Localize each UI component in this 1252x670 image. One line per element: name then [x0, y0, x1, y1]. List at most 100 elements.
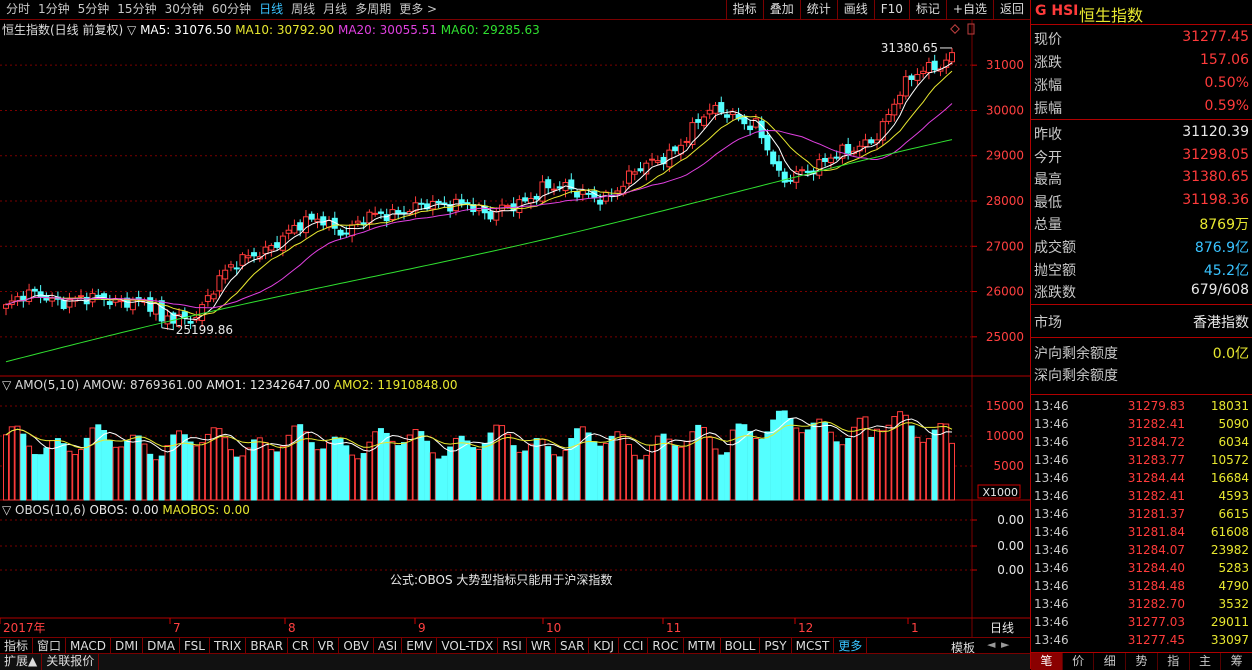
indicator-tab-0[interactable]: 指标: [0, 638, 34, 654]
indicator-tab-22[interactable]: PSY: [760, 638, 792, 654]
divider: [1031, 394, 1252, 395]
candles: [3, 47, 955, 330]
indicator-tab-24[interactable]: 更多: [834, 638, 868, 654]
candle-body: [60, 300, 67, 309]
quote-tab-4[interactable]: 指: [1158, 653, 1190, 670]
period-tab-6[interactable]: 日线: [255, 1, 287, 18]
amo-bar: [533, 438, 540, 501]
period-tab-7[interactable]: 周线: [287, 1, 319, 18]
kline-chart-area[interactable]: 31000 30000 29000 28000 27000 26000 25000 31380…: [0, 20, 1030, 637]
tool-button-7[interactable]: 返回: [992, 0, 1030, 19]
candle-body: [822, 157, 829, 163]
bottom-link-1[interactable]: 关联报价: [42, 654, 100, 670]
quote-tab-5[interactable]: 主: [1190, 653, 1222, 670]
tick-volume: 4790: [1218, 579, 1249, 593]
amo-bar: [902, 414, 909, 501]
quote-row-2-label: 涨幅: [1034, 78, 1062, 94]
candle-body: [3, 304, 9, 309]
indicator-tab-5[interactable]: FSL: [180, 638, 210, 654]
indicator-tab-21[interactable]: BOLL: [721, 638, 761, 654]
tool-button-0[interactable]: 指标: [725, 0, 763, 19]
indicator-tab-23[interactable]: MCST: [792, 638, 835, 654]
candle-body: [147, 297, 154, 312]
tick-row: 13:46 31284.48 4790: [1031, 577, 1252, 595]
indicator-tab-17[interactable]: KDJ: [589, 638, 620, 654]
indicator-tab-18[interactable]: CCI: [619, 638, 649, 654]
candle-body: [949, 52, 955, 63]
indicator-tab-12[interactable]: EMV: [402, 638, 438, 654]
quote-tab-2[interactable]: 细: [1094, 653, 1127, 670]
date-axis-label: 2017年: [3, 621, 46, 635]
indicator-tab-16[interactable]: SAR: [556, 638, 590, 654]
amo-bar: [470, 447, 477, 501]
indicator-tab-7[interactable]: BRAR: [246, 638, 289, 654]
indicator-tab-6[interactable]: TRIX: [210, 638, 247, 654]
indicator-tab-2[interactable]: MACD: [66, 638, 112, 654]
price-axis-label: 27000: [986, 239, 1024, 253]
candle-body: [308, 213, 315, 220]
high-price-label: 31380.65: [881, 41, 938, 55]
indicator-tab-8[interactable]: CR: [288, 638, 314, 654]
amo-bar: [839, 444, 846, 501]
quote-row-3-value: 0.59%: [1204, 98, 1249, 114]
quote-row2-1-label: 今开: [1034, 149, 1062, 166]
candle-body: [706, 109, 713, 115]
quote-row2-4-label: 总量: [1034, 217, 1062, 234]
amo-bar: [510, 445, 517, 501]
quote-tab-6[interactable]: 筹: [1221, 653, 1252, 670]
bottom-link-0[interactable]: 扩展▲: [0, 654, 43, 670]
tool-button-6[interactable]: +自选: [945, 0, 993, 19]
candle-body: [925, 62, 932, 73]
indicator-tab-14[interactable]: RSI: [498, 638, 527, 654]
quote-tab-1[interactable]: 价: [1063, 653, 1095, 670]
tool-button-3[interactable]: 画线: [836, 0, 874, 19]
indicator-tab-4[interactable]: DMA: [143, 638, 180, 654]
indicator-tab-13[interactable]: VOL-TDX: [437, 638, 499, 654]
candle-body: [689, 122, 696, 146]
tool-button-5[interactable]: 标记: [908, 0, 946, 19]
tool-button-4[interactable]: F10: [873, 0, 909, 19]
price-axis-label: 25000: [986, 330, 1024, 344]
candle-body: [349, 224, 356, 237]
tick-time: 13:46: [1034, 597, 1069, 611]
period-tab-4[interactable]: 30分钟: [161, 1, 208, 18]
period-tab-8[interactable]: 月线: [319, 1, 351, 18]
quote-tab-3[interactable]: 势: [1126, 653, 1158, 670]
indicator-tab-1[interactable]: 窗口: [33, 638, 67, 654]
amo-bar: [452, 437, 459, 501]
period-tab-0[interactable]: 分时: [2, 1, 34, 18]
indicator-tab-19[interactable]: ROC: [648, 638, 684, 654]
indicator-tab-11[interactable]: ASI: [374, 638, 403, 654]
period-tab-1[interactable]: 1分钟: [34, 1, 74, 18]
period-tabs: 分时 1分钟 5分钟 15分钟 30分钟 60分钟 日线 周线 月线 多周期 更多 >: [2, 1, 441, 18]
amo-bar: [176, 430, 183, 501]
indicator-tab-10[interactable]: OBV: [339, 638, 374, 654]
indicator-tab-9[interactable]: VR: [314, 638, 340, 654]
indicator-tab-20[interactable]: MTM: [684, 638, 721, 654]
divider: [1031, 336, 1252, 338]
amo-bar: [591, 441, 598, 501]
period-tab-5[interactable]: 60分钟: [208, 1, 255, 18]
period-tab-9[interactable]: 多周期: [351, 1, 395, 18]
period-tab-10[interactable]: 更多 >: [395, 1, 441, 18]
tool-button-1[interactable]: 叠加: [762, 0, 800, 19]
arrow-left-icon[interactable]: ◄: [987, 638, 995, 651]
tool-button-2[interactable]: 统计: [799, 0, 837, 19]
quote-tab-0[interactable]: 笔: [1031, 653, 1063, 670]
indicator-tab-15[interactable]: WR: [527, 638, 557, 654]
period-tab-2[interactable]: 5分钟: [74, 1, 114, 18]
amo-bar: [545, 446, 552, 501]
quote-row-0: 现价 31277.45: [1031, 26, 1252, 49]
amo-bar: [245, 447, 252, 501]
period-tab-3[interactable]: 15分钟: [113, 1, 160, 18]
arrow-right-icon[interactable]: ►: [1001, 638, 1009, 651]
amo-bar: [14, 425, 21, 501]
date-axis-label: 12: [798, 621, 813, 635]
amo-bar: [914, 436, 921, 501]
indicator-tab-3[interactable]: DMI: [111, 638, 144, 654]
obos-note: 公式:OBOS 大势型指标只能用于沪深指数: [390, 573, 613, 587]
candle-body: [233, 267, 240, 270]
candle-body: [695, 119, 702, 123]
amo-bar: [406, 434, 413, 501]
main-legend-title: 恒生指数(日线 前复权) ▽: [2, 23, 137, 37]
